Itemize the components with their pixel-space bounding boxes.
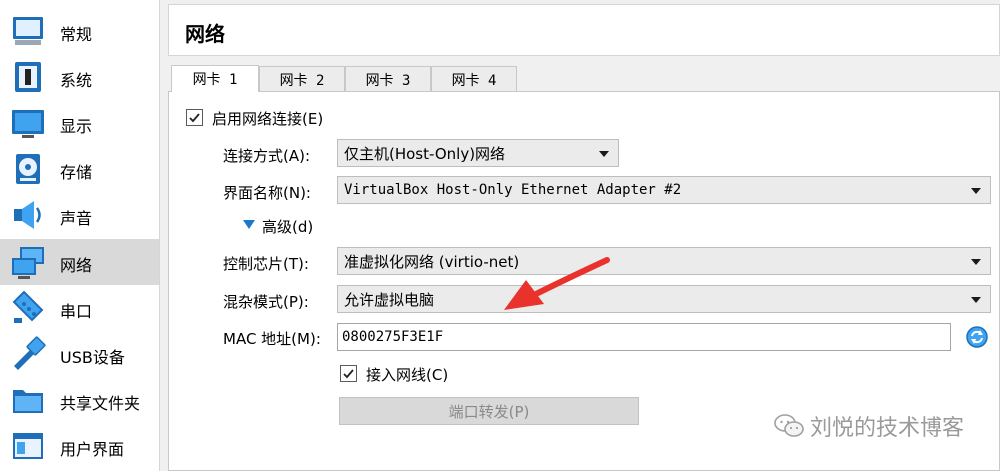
sidebar-item-label: USB设备 xyxy=(60,348,125,367)
sidebar-item-label: 网络 xyxy=(60,256,93,275)
sidebar-item-system[interactable]: 系统 xyxy=(0,54,159,100)
checkmark-icon xyxy=(189,113,200,123)
sidebar-item-label: 声音 xyxy=(60,209,93,228)
mac-address-input[interactable]: 0800275F3E1F xyxy=(337,323,951,351)
chevron-down-icon xyxy=(599,151,609,157)
sidebar-item-label: 用户界面 xyxy=(60,440,125,459)
settings-main: 网络 网卡 1 网卡 2 网卡 3 网卡 4 启用网络连接(E) 连接方式(A)… xyxy=(160,0,1000,471)
sidebar-item-label: 显示 xyxy=(60,117,93,136)
mac-address-label: MAC 地址(M): xyxy=(223,330,321,348)
sidebar-item-label: 存储 xyxy=(60,163,93,182)
adapter-panel: 启用网络连接(E) 连接方式(A): 仅主机(Host-Only)网络 界面名称… xyxy=(168,91,1000,471)
sidebar-item-label: 常规 xyxy=(60,25,93,44)
usb-icon xyxy=(14,336,46,370)
cable-connected-checkbox[interactable] xyxy=(340,365,357,382)
attached-to-label: 连接方式(A): xyxy=(223,147,311,165)
display-icon xyxy=(12,110,44,138)
attached-to-value: 仅主机(Host-Only)网络 xyxy=(344,144,506,163)
page-header: 网络 xyxy=(168,4,1000,56)
mac-address-value: 0800275F3E1F xyxy=(342,329,444,345)
sidebar-item-shared-folders[interactable]: 共享文件夹 xyxy=(0,377,159,423)
tab-adapter-2[interactable]: 网卡 2 xyxy=(259,66,345,92)
adapter-type-value: 准虚拟化网络 (virtio-net) xyxy=(344,252,520,271)
tab-adapter-4[interactable]: 网卡 4 xyxy=(431,66,517,92)
annotation-arrow-icon xyxy=(504,257,610,310)
page-title: 网络 xyxy=(185,22,225,46)
sidebar-item-storage[interactable]: 存储 xyxy=(0,146,159,192)
chevron-down-icon xyxy=(971,188,981,194)
adapter-name-select[interactable]: VirtualBox Host-Only Ethernet Adapter #2 xyxy=(337,176,991,204)
serial-port-icon xyxy=(12,290,44,323)
port-forwarding-button[interactable]: 端口转发(P) xyxy=(339,397,639,425)
chevron-down-icon xyxy=(971,259,981,265)
sidebar-item-serial[interactable]: 串口 xyxy=(0,285,159,331)
checkmark-icon xyxy=(343,369,354,379)
promiscuous-mode-value: 允许虚拟电脑 xyxy=(344,290,435,309)
watermark-text: 刘悦的技术博客 xyxy=(810,416,965,441)
tab-adapter-3[interactable]: 网卡 3 xyxy=(345,66,431,92)
settings-sidebar: 常规 系统 显示 存储 声音 网络 串口 USB设备 共享文件夹 用户界面 xyxy=(0,0,160,471)
disk-icon xyxy=(16,154,40,184)
tab-adapter-1[interactable]: 网卡 1 xyxy=(171,65,259,92)
enable-adapter-checkbox[interactable] xyxy=(186,109,203,126)
chevron-down-icon xyxy=(971,297,981,303)
speaker-icon xyxy=(14,201,41,229)
window-icon xyxy=(13,433,43,459)
sidebar-item-network[interactable]: 网络 xyxy=(0,239,159,285)
advanced-toggle[interactable]: 高级(d) xyxy=(262,216,313,237)
sidebar-item-display[interactable]: 显示 xyxy=(0,100,159,146)
wechat-icon xyxy=(774,414,804,437)
adapter-type-select[interactable]: 准虚拟化网络 (virtio-net) xyxy=(337,247,991,275)
sidebar-item-general[interactable]: 常规 xyxy=(0,8,159,54)
monitor-icon xyxy=(13,17,43,45)
enable-adapter-label: 启用网络连接(E) xyxy=(212,110,324,128)
refresh-icon[interactable] xyxy=(965,325,989,349)
chip-icon xyxy=(15,62,41,92)
sidebar-item-label: 串口 xyxy=(60,302,93,321)
network-icon xyxy=(12,247,44,279)
adapter-name-label: 界面名称(N): xyxy=(223,184,311,202)
attached-to-select[interactable]: 仅主机(Host-Only)网络 xyxy=(337,139,619,167)
sidebar-item-usb[interactable]: USB设备 xyxy=(0,331,159,377)
adapter-name-value: VirtualBox Host-Only Ethernet Adapter #2 xyxy=(344,182,682,198)
sidebar-item-label: 共享文件夹 xyxy=(60,394,141,413)
adapter-type-label: 控制芯片(T): xyxy=(223,255,309,273)
promiscuous-mode-select[interactable]: 允许虚拟电脑 xyxy=(337,285,991,313)
expand-triangle-icon[interactable] xyxy=(242,218,256,230)
folder-icon xyxy=(13,390,43,413)
watermark: 刘悦的技术博客 xyxy=(774,410,964,442)
sidebar-item-label: 系统 xyxy=(60,71,93,90)
promiscuous-mode-label: 混杂模式(P): xyxy=(223,293,309,311)
sidebar-item-user-interface[interactable]: 用户界面 xyxy=(0,423,159,469)
cable-connected-label: 接入网线(C) xyxy=(366,366,449,384)
sidebar-item-audio[interactable]: 声音 xyxy=(0,192,159,238)
